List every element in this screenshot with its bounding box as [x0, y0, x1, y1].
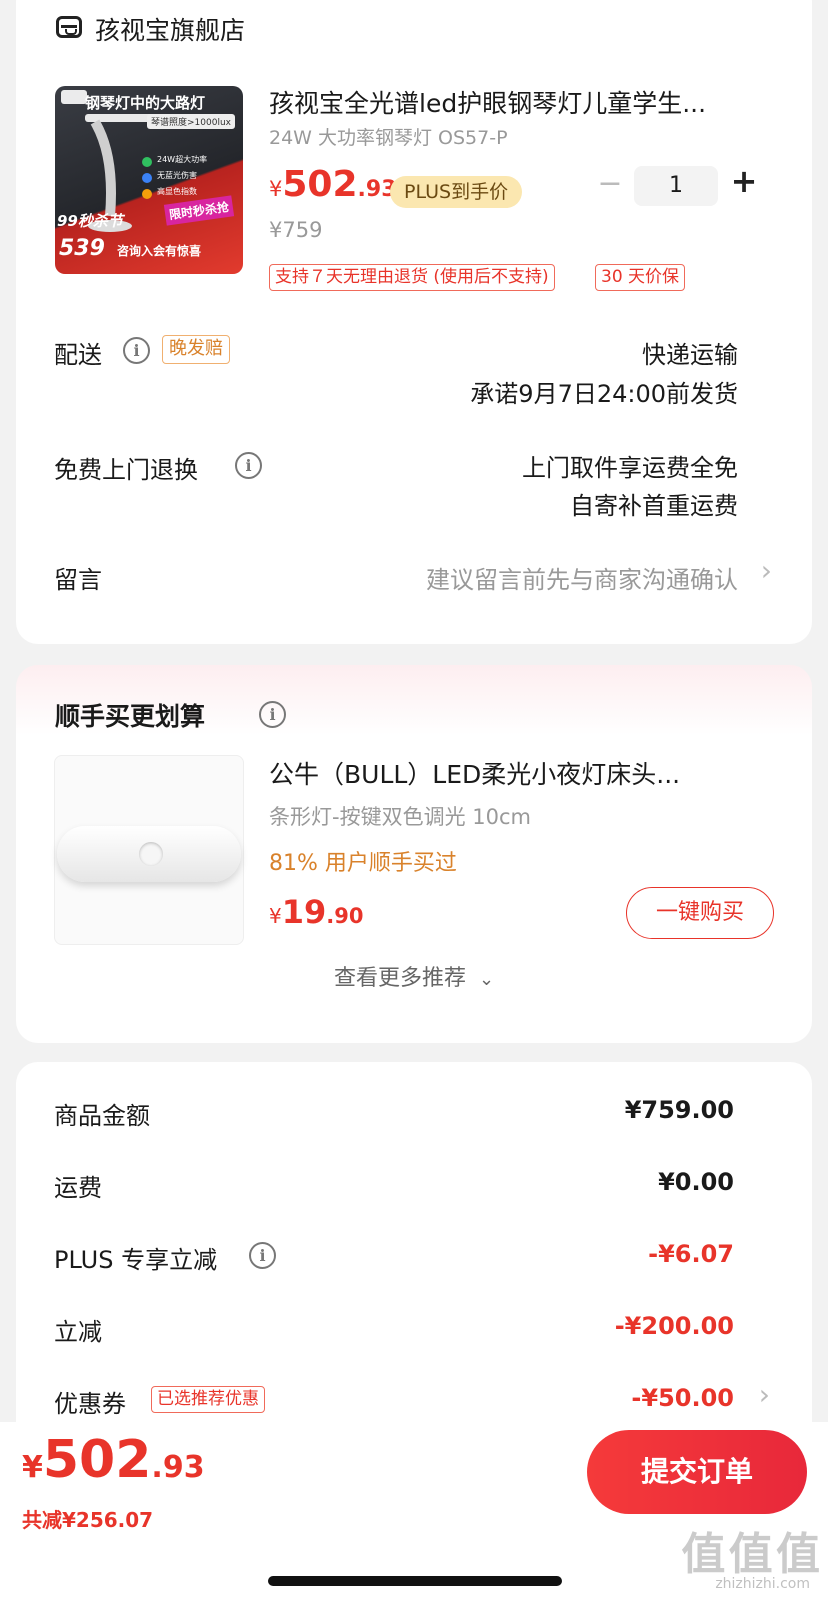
summary-label-shipping: 运费 [54, 1174, 102, 1202]
summary-value-shipping: ¥0.00 [658, 1168, 734, 1196]
night-light-shape [57, 826, 241, 882]
image-feature-3: 高显色指数 [157, 187, 197, 196]
delivery-info-icon[interactable]: i [123, 337, 150, 364]
summary-label-coupon: 优惠券 [54, 1390, 126, 1418]
summary-value-discount: -¥200.00 [614, 1312, 734, 1340]
image-promo-left: 99秒杀节 [57, 212, 123, 230]
checkout-bar: ¥502.93 共减¥256.07 提交订单 值 值 值 zhizhizhi.c… [0, 1422, 828, 1598]
total-price-symbol: ¥ [22, 1450, 43, 1485]
addon-price-symbol: ¥ [269, 904, 282, 928]
addon-price: ¥19.90 [269, 893, 363, 931]
summary-value-coupon[interactable]: -¥50.00 [631, 1384, 734, 1412]
summary-label-plus: PLUS 专享立减 [54, 1246, 218, 1274]
watermark-url: zhizhizhi.com [715, 1576, 810, 1592]
addon-image[interactable] [54, 755, 244, 945]
total-price-dec: .93 [151, 1450, 205, 1485]
delivery-promise: 承诺9月7日24:00前发货 [470, 380, 738, 408]
total-price: ¥502.93 [22, 1430, 205, 1490]
summary-label-discount: 立减 [54, 1318, 102, 1346]
see-more-label: 查看更多推荐 [333, 966, 466, 991]
plus-discount-info-icon[interactable]: i [249, 1242, 276, 1269]
addon-info-icon[interactable]: i [259, 701, 286, 728]
message-label: 留言 [54, 566, 102, 594]
total-price-int: 502 [42, 1430, 152, 1490]
product-image[interactable]: 钢琴灯中的大路灯 琴谱照度>1000lux 24W超大功率 无蓝光伤害 高显色指… [55, 86, 243, 274]
image-sub: 琴谱照度>1000lux [147, 114, 235, 129]
addon-stat: 81% 用户顺手买过 [269, 851, 457, 876]
addon-price-int: 19 [281, 893, 327, 931]
plus-price-badge: PLUS到手价 [390, 176, 523, 208]
store-icon [56, 16, 82, 38]
image-consult: 咨询入会有惊喜 [117, 244, 202, 258]
image-headline: 钢琴灯中的大路灯 [85, 94, 206, 112]
coupon-chevron-icon[interactable]: › [759, 1378, 770, 1411]
addon-price-dec: .90 [326, 904, 364, 928]
coupon-recommended-tag: 已选推荐优惠 [151, 1386, 265, 1413]
delivery-label: 配送 [54, 341, 102, 369]
return-service-label: 免费上门退换 [54, 456, 198, 484]
total-saved: 共减¥256.07 [22, 1508, 154, 1532]
product-title[interactable]: 孩视宝全光谱led护眼钢琴灯儿童学生... [269, 84, 706, 120]
store-name[interactable]: 孩视宝旗舰店 [95, 11, 245, 47]
delivery-method[interactable]: 快递运输 [642, 335, 738, 370]
delivery-tag: 晚发赔 [162, 335, 230, 364]
return-policy-tag: 支持７天无理由退货 (使用后不支持) [269, 264, 555, 291]
price-int: 502 [282, 164, 358, 205]
addon-section-title: 顺手买更划算 [55, 702, 206, 731]
image-feature-2: 无蓝光伤害 [157, 171, 197, 180]
product-spec[interactable]: 24W 大功率钢琴灯 OS57-P [269, 123, 508, 150]
addon-spec[interactable]: 条形灯-按键双色调光 10cm [269, 801, 531, 831]
return-service-line1: 上门取件享运费全免 [522, 454, 738, 482]
quantity-plus-button[interactable]: + [726, 162, 762, 200]
one-click-buy-button[interactable]: 一键购买 [626, 887, 774, 939]
order-item-card: 孩视宝旗舰店 钢琴灯中的大路灯 琴谱照度>1000lux 24W超大功率 无蓝光… [16, 0, 812, 644]
quantity-minus-button[interactable]: − [592, 166, 628, 201]
summary-value-goods: ¥759.00 [624, 1096, 734, 1124]
message-chevron-icon[interactable]: › [761, 554, 772, 587]
price-summary-card: 商品金额 ¥759.00 运费 ¥0.00 PLUS 专享立减 i -¥6.07… [16, 1062, 812, 1482]
submit-order-button[interactable]: 提交订单 [587, 1430, 807, 1514]
original-price: ¥759 [269, 218, 323, 242]
chevron-down-icon: ⌄ [478, 969, 495, 990]
watermark-logo: 值 值 值 [681, 1529, 820, 1580]
image-feature-1: 24W超大功率 [157, 155, 208, 164]
price-symbol: ¥ [269, 177, 283, 201]
summary-label-goods: 商品金额 [54, 1102, 150, 1130]
message-input[interactable]: 建议留言前先与商家沟通确认 [426, 560, 738, 595]
return-service-line2: 自寄补首重运费 [570, 492, 738, 520]
addon-card: 顺手买更划算 i 公牛（BULL）LED柔光小夜灯床头... 条形灯-按键双色调… [16, 665, 812, 1043]
see-more-recommendations[interactable]: 查看更多推荐 ⌄ [16, 960, 812, 992]
quantity-input[interactable]: 1 [634, 166, 718, 206]
price-protect-tag: 30 天价保 [595, 264, 686, 291]
summary-value-plus: -¥6.07 [648, 1240, 734, 1268]
return-info-icon[interactable]: i [235, 452, 262, 479]
addon-title[interactable]: 公牛（BULL）LED柔光小夜灯床头... [269, 755, 680, 791]
product-price: ¥502.93 [269, 164, 397, 205]
home-indicator [268, 1576, 562, 1586]
image-price-tag: 539 [59, 236, 105, 261]
